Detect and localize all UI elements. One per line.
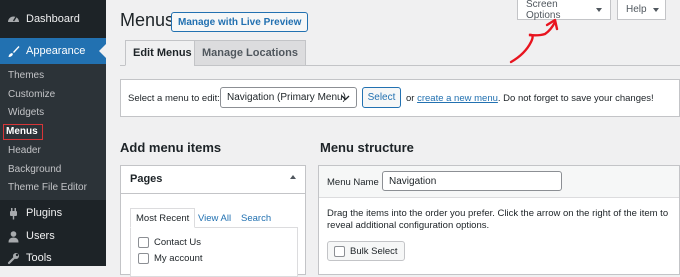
- select-button[interactable]: Select: [362, 87, 401, 108]
- submenu-widgets[interactable]: Widgets: [8, 107, 44, 119]
- sidebar-item-label: Dashboard: [26, 13, 80, 25]
- manage-live-preview-button[interactable]: Manage with Live Preview: [171, 12, 309, 32]
- page-item-label: My account: [154, 253, 203, 264]
- menu-select-dropdown[interactable]: Navigation (Primary Menu): [220, 87, 357, 108]
- page-item-label: Contact Us: [154, 237, 201, 248]
- tab-view-all[interactable]: View All: [193, 208, 236, 228]
- collapse-arrow-icon[interactable]: [290, 175, 296, 179]
- menu-name-input[interactable]: Navigation: [382, 171, 562, 191]
- menu-structure-heading: Menu structure: [320, 140, 414, 155]
- pages-tab-panel: [130, 227, 298, 277]
- annotation-arrow-icon: [509, 18, 559, 64]
- bulk-select-button[interactable]: Bulk Select: [327, 241, 405, 261]
- select-hint: or create a new menu. Do not forget to s…: [406, 93, 654, 104]
- plug-icon: [6, 206, 20, 220]
- menu-structure-help: Drag the items into the order you prefer…: [327, 208, 669, 231]
- caret-down-icon: [652, 7, 659, 12]
- submenu-themes[interactable]: Themes: [8, 70, 44, 82]
- select-menu-label: Select a menu to edit:: [128, 93, 220, 104]
- sidebar-item-appearance[interactable]: Appearance: [0, 38, 106, 64]
- create-new-menu-link[interactable]: create a new menu: [417, 93, 498, 104]
- hint-rest: . Do not forget to save your changes!: [497, 93, 654, 104]
- tab-most-recent[interactable]: Most Recent: [130, 208, 196, 228]
- submenu-background[interactable]: Background: [8, 164, 61, 176]
- submenu-menus[interactable]: Menus: [3, 124, 43, 140]
- sidebar-item-label: Tools: [26, 252, 52, 264]
- submenu-theme-file-editor[interactable]: Theme File Editor: [8, 182, 87, 194]
- admin-sidebar: Dashboard Appearance Themes Customize Wi…: [0, 0, 106, 266]
- page-item-contact-us[interactable]: Contact Us: [138, 237, 201, 248]
- caret-down-icon: [596, 7, 602, 12]
- checkbox[interactable]: [138, 253, 149, 264]
- bulk-select-label: Bulk Select: [350, 245, 398, 257]
- tab-edit-menus[interactable]: Edit Menus: [125, 40, 200, 66]
- menu-select-value: Navigation (Primary Menu): [227, 92, 346, 103]
- sidebar-item-dashboard[interactable]: Dashboard: [0, 6, 106, 32]
- dashboard-icon: [6, 12, 20, 26]
- pages-divider: [121, 193, 305, 194]
- sidebar-item-tools[interactable]: Tools: [0, 245, 106, 271]
- or-text: or: [406, 93, 415, 104]
- checkbox[interactable]: [138, 237, 149, 248]
- pages-title[interactable]: Pages: [130, 173, 162, 185]
- menu-name-label: Menu Name: [327, 177, 379, 188]
- sidebar-item-label: Users: [26, 230, 55, 242]
- paintbrush-icon: [6, 44, 20, 58]
- sidebar-item-label: Plugins: [26, 207, 63, 219]
- page-item-my-account[interactable]: My account: [138, 253, 203, 264]
- chevron-down-icon: [341, 95, 350, 101]
- help-button[interactable]: Help: [617, 0, 666, 20]
- current-menu-notch: [99, 44, 106, 58]
- user-icon: [6, 229, 20, 243]
- checkbox[interactable]: [334, 245, 345, 257]
- sidebar-item-label: Appearance: [26, 45, 86, 57]
- tab-search[interactable]: Search: [236, 208, 276, 228]
- submenu-customize[interactable]: Customize: [8, 89, 55, 101]
- tab-manage-locations[interactable]: Manage Locations: [194, 40, 306, 66]
- wrench-icon: [6, 251, 20, 265]
- add-menu-items-heading: Add menu items: [120, 140, 222, 155]
- help-label: Help: [626, 4, 647, 15]
- submenu-header[interactable]: Header: [8, 145, 41, 157]
- page-title: Menus: [120, 10, 175, 30]
